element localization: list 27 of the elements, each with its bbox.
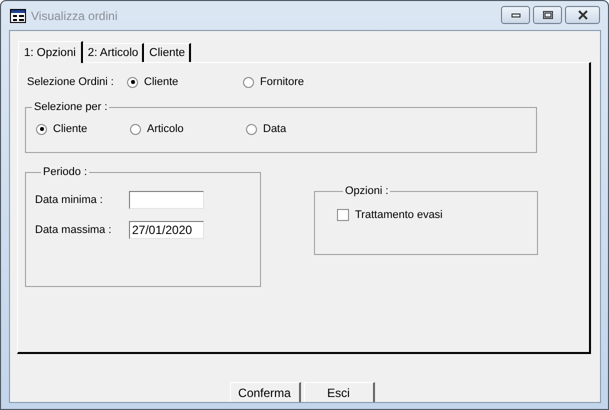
window-title: Visualizza ordini: [31, 8, 118, 22]
form-icon: [10, 8, 26, 22]
confirm-button[interactable]: Conferma: [230, 382, 300, 402]
close-icon: [576, 10, 588, 20]
radio-button[interactable]: Data: [246, 123, 286, 135]
group-title: Opzioni :: [344, 185, 390, 197]
date-field[interactable]: [129, 191, 204, 209]
close-button[interactable]: [565, 6, 600, 24]
radio-button[interactable]: Cliente: [127, 76, 243, 88]
group-title: Periodo :: [42, 166, 88, 178]
field-label: Data massima :: [35, 224, 112, 236]
radio-button[interactable]: Fornitore: [243, 76, 304, 88]
exit-button[interactable]: Esci: [304, 382, 374, 402]
maximize-button[interactable]: [533, 6, 562, 24]
tab[interactable]: Cliente: [144, 43, 192, 62]
radio-button[interactable]: Articolo: [130, 123, 246, 135]
field-label: Selezione Ordini :: [27, 76, 115, 88]
minimize-button[interactable]: [501, 6, 530, 24]
date-field[interactable]: 27/01/2020: [129, 221, 204, 239]
checkbox[interactable]: Trattamento evasi: [337, 209, 443, 221]
tab[interactable]: 2: Articolo: [82, 43, 144, 62]
tab[interactable]: 1: Opzioni: [18, 41, 83, 63]
maximize-icon: [542, 10, 554, 20]
group-title: Selezione per :: [33, 101, 108, 113]
minimize-icon: [510, 12, 520, 18]
field-label: Data minima :: [35, 194, 104, 206]
radio-button[interactable]: Cliente: [36, 123, 130, 135]
